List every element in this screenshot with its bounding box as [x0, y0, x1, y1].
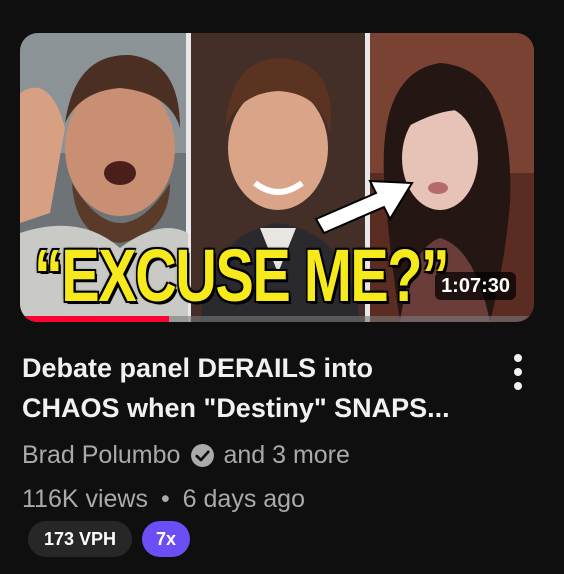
video-metadata: 116K views • 6 days ago [22, 485, 305, 514]
thumbnail-caption: “EXCUSE ME?” [34, 234, 450, 317]
video-title-line-1: Debate panel DERAILS into [22, 353, 374, 383]
collaborators-link[interactable]: and 3 more [223, 441, 349, 470]
video-thumbnail[interactable]: “EXCUSE ME?” 1:07:30 [20, 33, 534, 322]
verified-check-icon [191, 444, 215, 467]
vph-badge: 173 VPH [28, 521, 133, 557]
video-title-line-2: CHAOS when "Destiny" SNAPS... [22, 393, 450, 423]
view-count: 116K views [22, 485, 148, 513]
watch-progress-bar [20, 316, 534, 322]
meta-separator: • [160, 485, 170, 513]
more-dot [514, 354, 522, 362]
duration-badge: 1:07:30 [435, 272, 516, 300]
video-title[interactable]: Debate panel DERAILS into CHAOS when "De… [22, 348, 492, 428]
channel-row: Brad Polumbo and 3 more [22, 441, 350, 470]
more-dot [514, 368, 522, 376]
video-card: “EXCUSE ME?” 1:07:30 Debate panel DERAIL… [0, 0, 564, 574]
more-actions-button[interactable] [504, 352, 532, 392]
more-dot [514, 382, 522, 390]
watch-progress-fill [20, 316, 170, 322]
channel-name[interactable]: Brad Polumbo [22, 441, 180, 470]
stats-badges: 173 VPH 7x [28, 521, 191, 557]
upload-age: 6 days ago [182, 485, 305, 513]
multiplier-badge: 7x [142, 521, 191, 557]
